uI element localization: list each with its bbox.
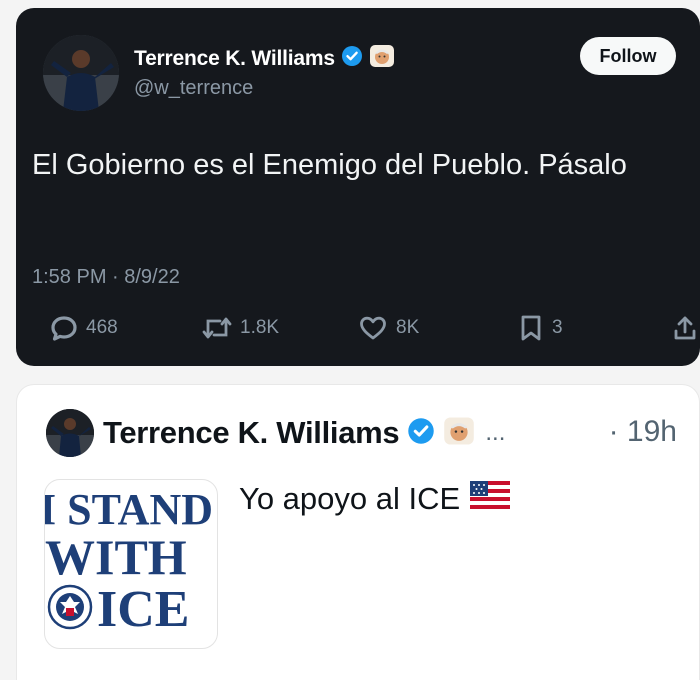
us-flag-icon xyxy=(470,481,511,517)
emoji-badge-icon xyxy=(443,416,475,451)
avatar[interactable] xyxy=(43,35,119,111)
tweet-text-row: Yo apoyo al ICE xyxy=(239,481,511,517)
dark-tweet-card: Terrence K. Williams @w_terrence Follow … xyxy=(16,8,700,366)
share-icon xyxy=(672,314,698,342)
light-tweet-card: Terrence K. Williams ... · 19h I STAND W… xyxy=(16,384,700,680)
tweet-text: Yo apoyo al ICE xyxy=(239,481,461,516)
avatar[interactable] xyxy=(46,409,94,457)
retweet-count: 1.8K xyxy=(240,317,280,338)
author-name[interactable]: Terrence K. Williams xyxy=(134,47,335,71)
bookmark-icon xyxy=(518,314,544,342)
reply-button[interactable]: 468 xyxy=(50,314,118,342)
verified-badge-icon xyxy=(341,45,363,72)
image-text-line-2: WITH xyxy=(45,529,187,585)
share-button[interactable] xyxy=(672,314,698,342)
retweet-icon xyxy=(202,314,232,342)
name-ellipsis: ... xyxy=(485,419,506,446)
reply-icon xyxy=(50,314,78,342)
reply-count: 468 xyxy=(86,317,118,338)
tweet-text: El Gobierno es el Enemigo del Pueblo. Pá… xyxy=(32,149,627,181)
author-handle[interactable]: @w_terrence xyxy=(134,77,253,100)
image-text-line-1: I STAND xyxy=(44,485,214,534)
dhs-seal-icon xyxy=(47,584,93,635)
like-button[interactable]: 8K xyxy=(358,314,419,342)
like-count: 8K xyxy=(396,317,420,338)
tweet-time[interactable]: · 19h xyxy=(609,415,677,449)
tweet-image[interactable]: I STAND WITH ICE xyxy=(44,479,218,649)
author-name-row: Terrence K. Williams xyxy=(134,44,395,73)
image-text-line-3: ICE xyxy=(97,581,190,638)
tweet-timestamp[interactable]: 1:58 PM · 8/9/22 xyxy=(32,266,180,289)
verified-badge-icon xyxy=(407,417,435,450)
bookmark-count: 3 xyxy=(552,317,563,338)
emoji-badge-icon xyxy=(369,44,395,73)
tweet-action-bar: 468 1.8K 8K 3 xyxy=(32,314,696,352)
author-name[interactable]: Terrence K. Williams xyxy=(103,415,400,451)
bookmark-button[interactable]: 3 xyxy=(518,314,563,342)
retweet-button[interactable]: 1.8K xyxy=(202,314,279,342)
author-name-row: Terrence K. Williams ... xyxy=(103,415,505,451)
follow-button[interactable]: Follow xyxy=(580,37,676,75)
like-icon xyxy=(358,314,388,342)
